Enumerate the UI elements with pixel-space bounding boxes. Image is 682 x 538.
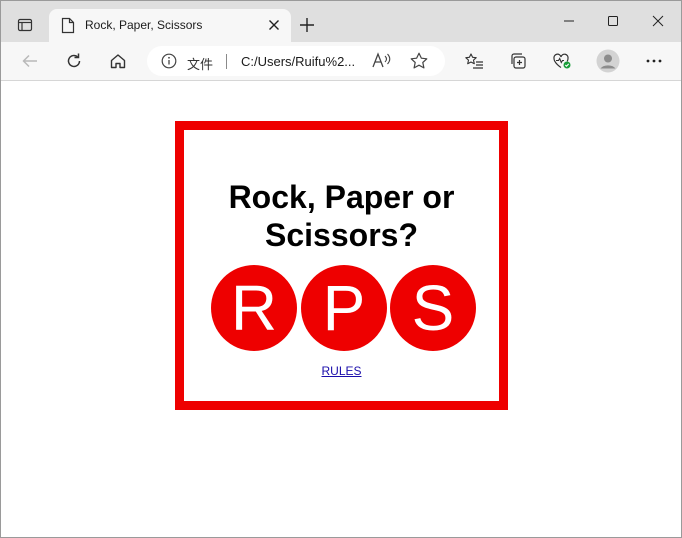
address-bar[interactable]: 文件 C:/Users/Ruifu%2... xyxy=(147,46,445,76)
active-tab[interactable]: Rock, Paper, Scissors xyxy=(49,9,291,42)
more-menu-icon[interactable] xyxy=(639,47,669,75)
tab-actions-icon[interactable] xyxy=(9,11,41,39)
page-content: Rock, Paper or Scissors? R P S RULES xyxy=(1,81,681,537)
back-icon[interactable] xyxy=(15,47,45,75)
paper-button[interactable]: P xyxy=(301,265,387,351)
browser-essentials-icon[interactable] xyxy=(547,47,577,75)
url-text[interactable]: C:/Users/Ruifu%2... xyxy=(241,54,355,69)
game-title: Rock, Paper or Scissors? xyxy=(228,179,455,253)
read-aloud-icon[interactable] xyxy=(371,51,393,71)
browser-window: Rock, Paper, Scissors 文件 C:/Users/Ruifu%… xyxy=(0,0,682,538)
rules-link-container: RULES xyxy=(184,364,499,378)
maximize-icon[interactable] xyxy=(591,5,635,37)
favorites-list-icon[interactable] xyxy=(459,47,489,75)
page-icon xyxy=(61,17,77,35)
close-tab-icon[interactable] xyxy=(265,16,283,34)
minimize-icon[interactable] xyxy=(547,5,591,37)
favorite-star-icon[interactable] xyxy=(409,51,431,71)
browser-toolbar: 文件 C:/Users/Ruifu%2... xyxy=(1,42,681,81)
profile-avatar-icon[interactable] xyxy=(593,47,623,75)
collections-icon[interactable] xyxy=(503,47,533,75)
game-panel: Rock, Paper or Scissors? R P S RULES xyxy=(175,121,508,410)
new-tab-icon[interactable] xyxy=(293,11,321,39)
tab-title: Rock, Paper, Scissors xyxy=(85,18,203,32)
rules-link[interactable]: RULES xyxy=(321,364,361,378)
rock-button[interactable]: R xyxy=(211,265,297,351)
tab-strip: Rock, Paper, Scissors xyxy=(1,1,681,42)
address-divider xyxy=(226,54,227,69)
window-close-icon[interactable] xyxy=(636,5,680,37)
refresh-icon[interactable] xyxy=(59,47,89,75)
scheme-label: 文件 xyxy=(187,58,214,73)
home-icon[interactable] xyxy=(103,47,133,75)
info-icon[interactable] xyxy=(161,53,177,69)
scissors-button[interactable]: S xyxy=(390,265,476,351)
